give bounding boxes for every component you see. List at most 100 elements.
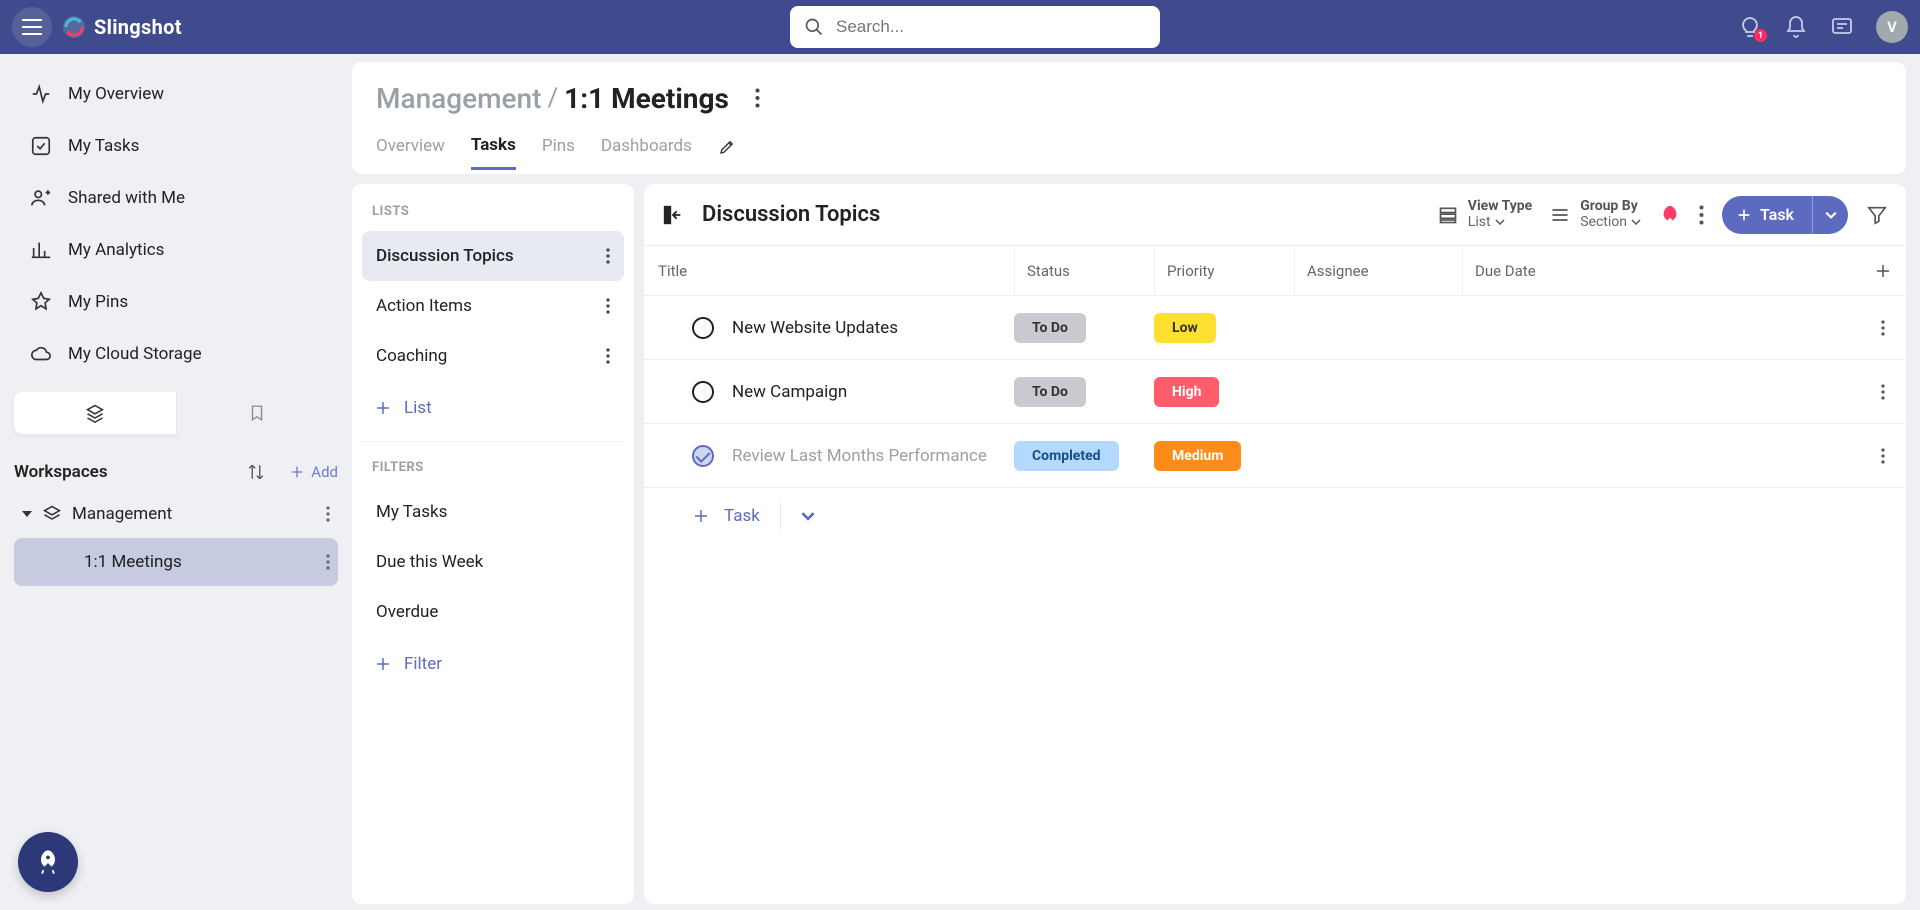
add-task-row[interactable]: Task — [644, 488, 1906, 544]
status-cell[interactable]: To Do — [1014, 377, 1154, 407]
col-assignee[interactable]: Assignee — [1294, 246, 1462, 295]
workspace-more[interactable] — [326, 506, 330, 522]
filter-my-tasks[interactable]: My Tasks — [362, 487, 624, 537]
tab-tasks[interactable]: Tasks — [471, 135, 516, 170]
nav-label: My Analytics — [68, 240, 164, 260]
table-row[interactable]: New Website UpdatesTo DoLow — [644, 296, 1906, 360]
status-cell[interactable]: Completed — [1014, 441, 1154, 471]
filter-due-week[interactable]: Due this Week — [362, 537, 624, 587]
page-more[interactable] — [755, 88, 760, 108]
search-box[interactable] — [790, 6, 1160, 48]
tab-overview[interactable]: Overview — [376, 136, 445, 168]
list-discussion-topics[interactable]: Discussion Topics — [362, 231, 624, 281]
table-row[interactable]: Review Last Months Performance CompletedM… — [644, 424, 1906, 488]
chevron-down-icon[interactable] — [801, 509, 815, 523]
tab-pins[interactable]: Pins — [542, 136, 575, 168]
nav-label: Shared with Me — [68, 188, 185, 208]
workspaces-title: Workspaces — [14, 462, 247, 482]
status-cell[interactable]: To Do — [1014, 313, 1154, 343]
row-more[interactable] — [1860, 320, 1906, 336]
filter-button[interactable] — [1866, 204, 1888, 226]
add-filter-button[interactable]: Filter — [362, 641, 624, 687]
add-column[interactable] — [1860, 262, 1906, 280]
edit-tabs[interactable] — [718, 138, 736, 166]
nav-shared[interactable]: Shared with Me — [14, 172, 338, 224]
workspace-item-management[interactable]: Management — [14, 490, 338, 538]
breadcrumb-parent[interactable]: Management — [376, 82, 541, 115]
task-checkbox[interactable] — [692, 381, 714, 403]
sort-button[interactable] — [247, 463, 265, 481]
task-title-cell: New Campaign — [644, 381, 1014, 403]
nav-analytics[interactable]: My Analytics — [14, 224, 338, 276]
task-checkbox[interactable] — [692, 445, 714, 467]
chat-icon[interactable] — [1830, 15, 1854, 39]
page-header: Management / 1:1 Meetings Overview Tasks… — [352, 62, 1906, 174]
table-row[interactable]: New Campaign To DoHigh — [644, 360, 1906, 424]
tab-bookmarks[interactable] — [177, 392, 339, 434]
lightbulb-icon[interactable]: 1 — [1738, 15, 1762, 39]
col-priority[interactable]: Priority — [1154, 246, 1294, 295]
priority-badge: High — [1154, 377, 1219, 407]
col-status[interactable]: Status — [1014, 246, 1154, 295]
nav-pins[interactable]: My Pins — [14, 276, 338, 328]
help-fab[interactable] — [18, 832, 78, 892]
tabs: Overview Tasks Pins Dashboards — [376, 130, 1882, 174]
search-input[interactable] — [836, 17, 1146, 37]
priority-cell[interactable]: Low — [1154, 313, 1294, 343]
nav-my-tasks[interactable]: My Tasks — [14, 120, 338, 172]
priority-cell[interactable]: High — [1154, 377, 1294, 407]
tab-dashboards[interactable]: Dashboards — [601, 136, 692, 168]
priority-badge: Medium — [1154, 441, 1241, 471]
bell-icon[interactable] — [1784, 15, 1808, 39]
rocket-icon — [1659, 204, 1681, 226]
task-checkbox[interactable] — [692, 317, 714, 339]
list-more[interactable] — [606, 248, 610, 264]
collapse-button[interactable] — [662, 204, 684, 226]
filter-label: Overdue — [376, 602, 438, 622]
task-title: New Campaign — [732, 382, 847, 402]
list-more[interactable] — [606, 348, 610, 364]
more-vert-icon — [1699, 205, 1704, 225]
workspace-child-more[interactable] — [326, 554, 330, 570]
list-more[interactable] — [606, 298, 610, 314]
filters-heading: FILTERS — [362, 456, 624, 487]
layers-icon — [85, 403, 105, 423]
logo[interactable]: Slingshot — [62, 15, 182, 39]
add-filter-label: Filter — [404, 654, 442, 674]
workspace-child-meetings[interactable]: 1:1 Meetings — [14, 538, 338, 586]
group-icon — [1550, 205, 1570, 225]
nav-my-overview[interactable]: My Overview — [14, 68, 338, 120]
add-list-button[interactable]: List — [362, 385, 624, 431]
list-coaching[interactable]: Coaching — [362, 331, 624, 381]
avatar[interactable]: V — [1876, 11, 1908, 43]
tab-workspaces[interactable] — [14, 392, 177, 434]
list-action-items[interactable]: Action Items — [362, 281, 624, 331]
col-due[interactable]: Due Date — [1462, 246, 1622, 295]
filter-overdue[interactable]: Overdue — [362, 587, 624, 637]
task-rows: New Website UpdatesTo DoLowNew CampaignT… — [644, 296, 1906, 488]
toolbar-more[interactable] — [1699, 205, 1704, 225]
new-task-dropdown[interactable] — [1812, 196, 1848, 234]
plus-icon — [289, 464, 305, 480]
nav-cloud[interactable]: My Cloud Storage — [14, 328, 338, 380]
task-title-cell: New Website Updates — [644, 317, 1014, 339]
workspace-name: Management — [72, 504, 172, 524]
menu-toggle[interactable] — [12, 7, 52, 47]
rocket-icon — [34, 848, 62, 876]
col-title[interactable]: Title — [644, 262, 1014, 280]
nav-list: My Overview My Tasks Shared with Me My A… — [14, 68, 338, 380]
tasks-title: Discussion Topics — [702, 202, 1420, 227]
pencil-icon — [718, 138, 736, 156]
content-row: LISTS Discussion Topics Action Items Coa… — [352, 184, 1906, 904]
add-workspace-button[interactable]: Add — [289, 463, 338, 481]
priority-cell[interactable]: Medium — [1154, 441, 1294, 471]
row-more[interactable] — [1860, 448, 1906, 464]
view-type-selector[interactable]: View Type List — [1438, 199, 1532, 230]
group-by-selector[interactable]: Group By Section — [1550, 199, 1641, 230]
add-task-label: Task — [724, 506, 760, 526]
new-task-main[interactable]: Task — [1722, 196, 1812, 234]
task-title: Review Last Months Performance — [732, 446, 987, 466]
row-more[interactable] — [1860, 384, 1906, 400]
new-task-button[interactable]: Task — [1722, 196, 1848, 234]
rocket-button[interactable] — [1659, 204, 1681, 226]
